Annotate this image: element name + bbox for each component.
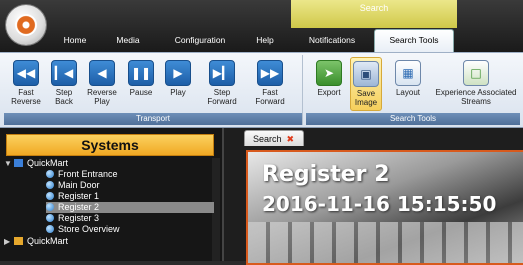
tab-configuration[interactable]: Configuration	[166, 30, 234, 50]
collapse-arrow-icon[interactable]: ▶	[4, 236, 14, 247]
fast-reverse-icon: ◀◀	[13, 60, 39, 86]
search-tools-group: ➤ Export ▣ Save Image ▦ Layout □ Experie…	[306, 55, 520, 125]
tab-media[interactable]: Media	[110, 30, 146, 50]
reverse-play-button[interactable]: ◀ Reverse Play	[84, 57, 120, 109]
tree-camera-store-overview[interactable]: Store Overview	[46, 224, 120, 235]
transport-caption: Transport	[4, 113, 302, 125]
pause-icon: ❚❚	[128, 60, 154, 86]
step-back-button[interactable]: ▎◀ Step Back	[48, 57, 80, 109]
layout-button[interactable]: ▦ Layout	[388, 57, 428, 109]
video-timestamp-overlay: 2016-11-16 15:15:50	[262, 192, 497, 216]
tree-camera-front-entrance[interactable]: Front Entrance	[46, 169, 118, 180]
expand-arrow-icon[interactable]: ▼	[4, 158, 14, 169]
tab-notifications[interactable]: Notifications	[298, 30, 366, 50]
tree-site-quickmart[interactable]: ▼ QuickMart	[4, 158, 68, 169]
reverse-play-icon: ◀	[89, 60, 115, 86]
tree-camera-register-3[interactable]: Register 3	[46, 213, 99, 224]
tree-folder-quickmart[interactable]: ▶ QuickMart	[4, 236, 68, 247]
video-camera-overlay: Register 2	[262, 162, 390, 187]
fast-forward-icon: ▶▶	[257, 60, 283, 86]
step-forward-icon: ▶▎	[209, 60, 235, 86]
experience-streams-icon: □	[463, 60, 489, 86]
app-logo-icon	[15, 14, 37, 36]
systems-header: Systems	[6, 134, 214, 156]
camera-icon	[46, 203, 54, 211]
step-back-icon: ▎◀	[51, 60, 77, 86]
tree-camera-register-1[interactable]: Register 1	[46, 191, 99, 202]
folder-icon	[14, 237, 23, 245]
play-button[interactable]: ▶ Play	[162, 57, 194, 109]
video-frame-scene	[248, 222, 523, 263]
layout-icon: ▦	[395, 60, 421, 86]
pause-button[interactable]: ❚❚ Pause	[124, 57, 158, 109]
tab-help[interactable]: Help	[250, 30, 280, 50]
systems-panel: Systems ▼ QuickMart Front Entrance Main D…	[0, 128, 224, 261]
context-tab-label: Search	[359, 3, 389, 13]
search-document-tab[interactable]: Search ✖	[244, 130, 304, 146]
context-tab-group: Search	[291, 0, 457, 28]
video-viewport[interactable]: Register 2 2016-11-16 15:15:50	[246, 150, 523, 265]
play-icon: ▶	[165, 60, 191, 86]
export-icon: ➤	[316, 60, 342, 86]
camera-icon	[46, 192, 54, 200]
title-tab-bar: Search Home Media Configuration Help Not…	[0, 0, 523, 53]
save-image-button[interactable]: ▣ Save Image	[350, 57, 382, 111]
camera-icon	[46, 181, 54, 189]
camera-icon	[46, 170, 54, 178]
camera-icon	[46, 214, 54, 222]
application-menu-button[interactable]	[6, 5, 46, 45]
tree-camera-register-2[interactable]: Register 2	[46, 202, 214, 213]
site-icon	[14, 159, 23, 167]
close-icon[interactable]: ✖	[287, 135, 295, 145]
save-image-icon: ▣	[353, 61, 379, 87]
main-view: Search ✖ Register 2 2016-11-16 15:15:50	[224, 128, 523, 265]
search-tools-caption: Search Tools	[306, 113, 520, 125]
step-forward-button[interactable]: ▶▎ Step Forward	[200, 57, 244, 109]
camera-icon	[46, 225, 54, 233]
tab-home[interactable]: Home	[58, 30, 92, 50]
transport-group: ◀◀ Fast Reverse ▎◀ Step Back ◀ Reverse P…	[4, 55, 303, 125]
export-button[interactable]: ➤ Export	[312, 57, 346, 109]
fast-forward-button[interactable]: ▶▶ Fast Forward	[248, 57, 292, 109]
tab-search-tools[interactable]: Search Tools	[374, 29, 454, 53]
experience-associated-streams-button[interactable]: □ Experience Associated Streams	[434, 57, 518, 109]
fast-reverse-button[interactable]: ◀◀ Fast Reverse	[8, 57, 44, 109]
ribbon: ◀◀ Fast Reverse ▎◀ Step Back ◀ Reverse P…	[0, 52, 523, 128]
tree-camera-main-door[interactable]: Main Door	[46, 180, 100, 191]
